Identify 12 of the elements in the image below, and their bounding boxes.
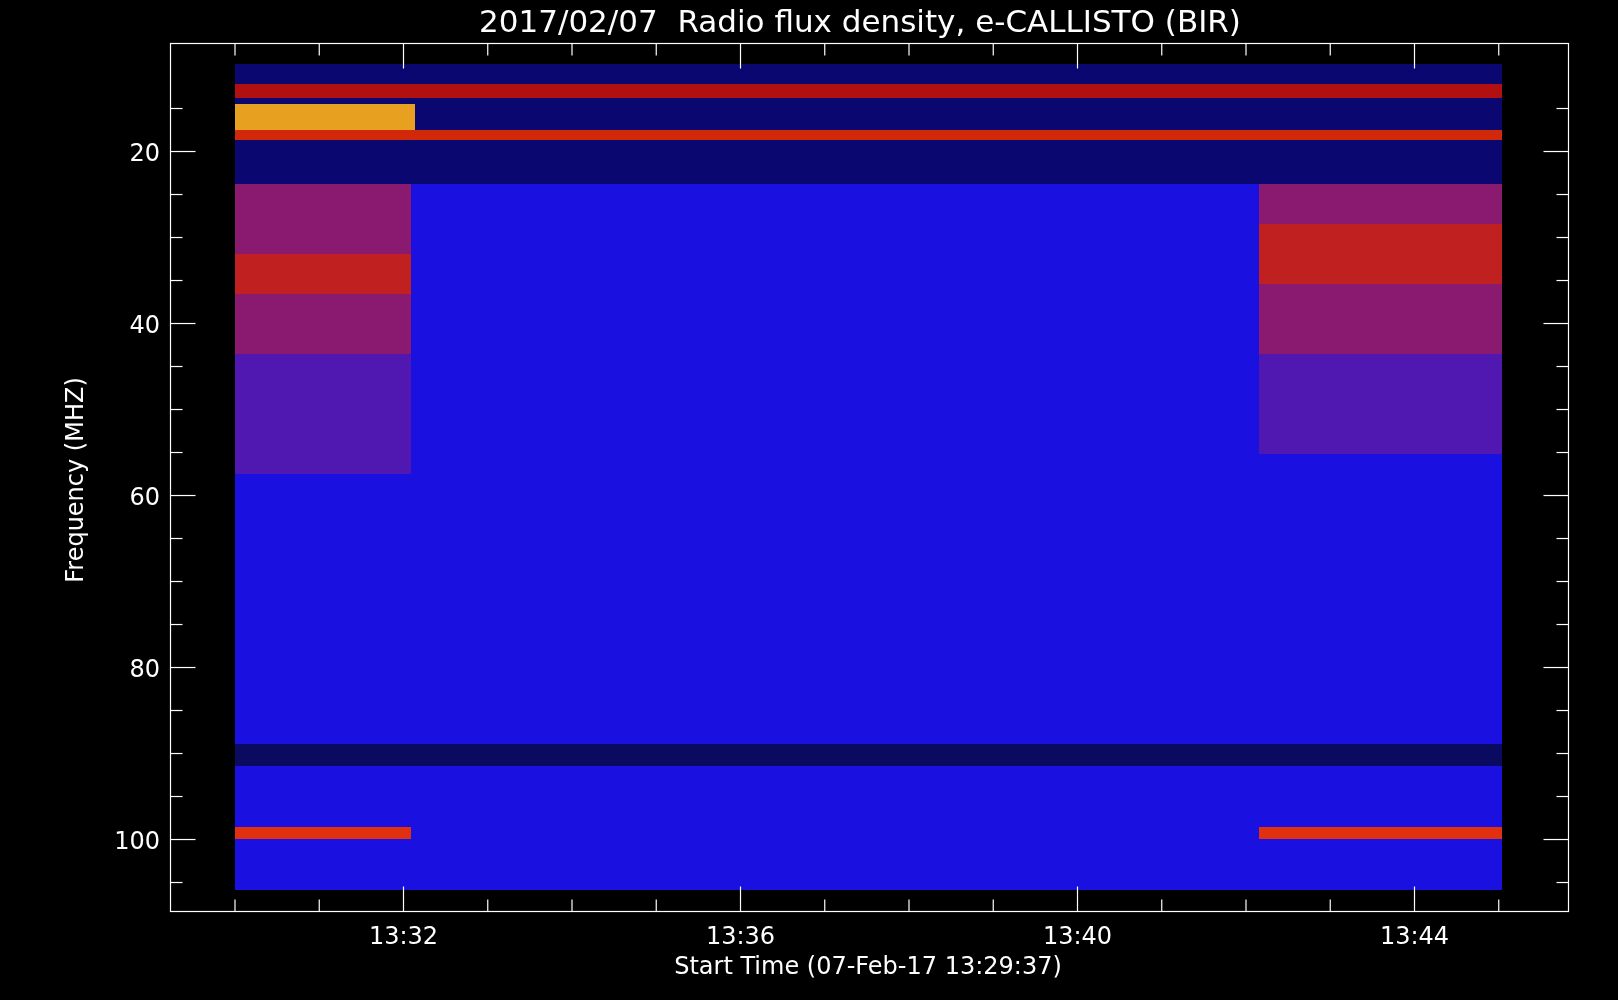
- axis-title: Start Time (07-Feb-17 13:29:37): [674, 952, 1062, 980]
- axis-tick-label: 13:36: [705, 922, 776, 950]
- axis-tick-label: 100: [114, 826, 160, 855]
- axis-tick-label: 60: [129, 482, 160, 511]
- axis-tick-label: 20: [129, 138, 160, 167]
- axis-tick-label: 13:32: [368, 922, 439, 950]
- axis-tick-label: 80: [129, 654, 160, 683]
- axis-tick-label: 13:40: [1042, 922, 1113, 950]
- axis-title: Frequency (MHZ): [61, 377, 89, 583]
- axis-tick-label: 13:44: [1379, 922, 1450, 950]
- chart-title: 2017/02/07 Radio flux density, e-CALLISTO (BIR): [479, 3, 1241, 39]
- axis-tick-label: 40: [129, 310, 160, 339]
